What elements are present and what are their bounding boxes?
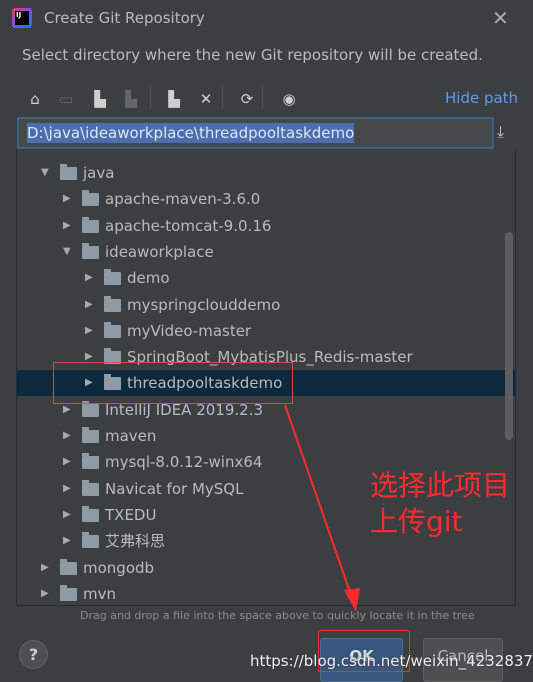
annotation-line2: 上传git: [370, 505, 463, 538]
annotation-line1: 选择此项目: [370, 469, 511, 502]
annotation-note: 选择此项目 上传git: [370, 468, 510, 540]
watermark: https://blog.csdn.net/weixin_42328375: [250, 652, 533, 670]
annotation-arrow: [284, 404, 360, 612]
